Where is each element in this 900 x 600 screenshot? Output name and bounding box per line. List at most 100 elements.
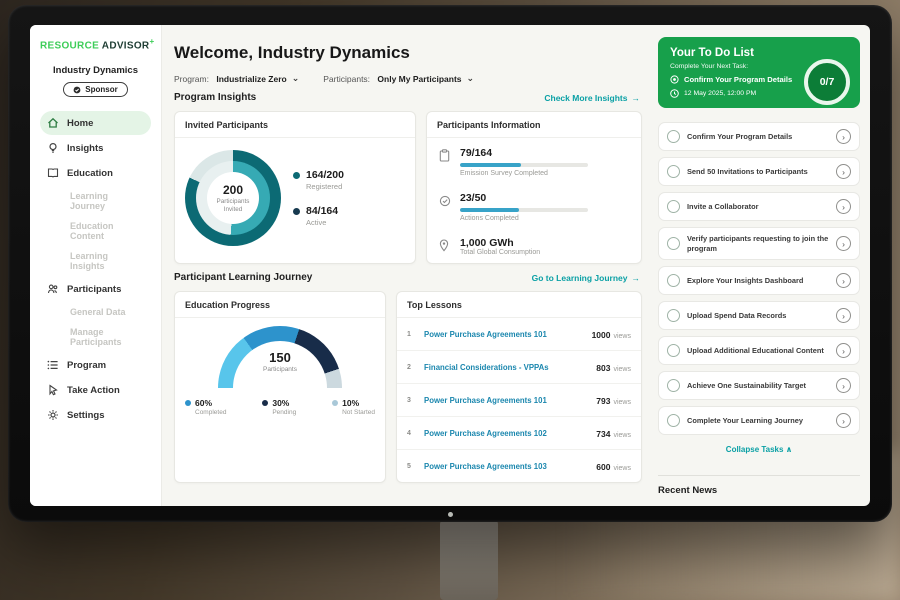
learning-journey-header: Participant Learning Journey Go to Learn… bbox=[174, 272, 640, 283]
check-circle-icon bbox=[439, 192, 451, 222]
legend-item-pending: 30% Pending bbox=[262, 398, 296, 416]
chevron-right-icon[interactable]: › bbox=[836, 164, 851, 179]
task-label: Upload Additional Educational Content bbox=[687, 346, 829, 356]
sidebar-item-learning-insights[interactable]: Learning Insights bbox=[40, 246, 151, 276]
views-word: views bbox=[613, 399, 631, 406]
task-item[interactable]: Verify participants requesting to join t… bbox=[658, 227, 860, 260]
invited-legend: 164/200 Registered 84/164 Active bbox=[293, 169, 344, 227]
task-label: Send 50 Invitations to Participants bbox=[687, 167, 829, 177]
chevron-right-icon[interactable]: › bbox=[836, 199, 851, 214]
gauge-center: 150 Participants bbox=[218, 350, 342, 373]
education-gauge-chart: 150 Participants bbox=[218, 326, 342, 388]
go-to-learning-journey-link[interactable]: Go to Learning Journey → bbox=[532, 273, 640, 283]
task-checkbox[interactable] bbox=[667, 200, 680, 213]
todo-title: Your To Do List bbox=[670, 47, 848, 59]
program-insights-header: Program Insights Check More Insights → bbox=[174, 92, 640, 103]
sidebar-item-label: Insights bbox=[67, 143, 103, 154]
clipboard-icon bbox=[439, 147, 451, 177]
task-checkbox[interactable] bbox=[667, 379, 680, 392]
task-checkbox[interactable] bbox=[667, 165, 680, 178]
dashboard-screen: RESOURCE ADVISOR+ Industry Dynamics Spon… bbox=[30, 25, 870, 506]
task-item[interactable]: Upload Additional Educational Content › bbox=[658, 336, 860, 365]
task-checkbox[interactable] bbox=[667, 274, 680, 287]
task-checkbox[interactable] bbox=[667, 309, 680, 322]
arrow-right-icon: → bbox=[632, 273, 641, 283]
lesson-row: 1 Power Purchase Agreements 101 1000view… bbox=[397, 318, 641, 351]
lesson-rank: 2 bbox=[407, 364, 416, 371]
task-item[interactable]: Upload Spend Data Records › bbox=[658, 301, 860, 330]
chevron-right-icon[interactable]: › bbox=[836, 273, 851, 288]
sidebar-item-insights[interactable]: Insights bbox=[40, 136, 151, 160]
chevron-down-icon: ⌄ bbox=[467, 73, 475, 84]
task-item[interactable]: Invite a Collaborator › bbox=[658, 192, 860, 221]
lesson-link[interactable]: Power Purchase Agreements 101 bbox=[424, 330, 584, 339]
task-checkbox[interactable] bbox=[667, 130, 680, 143]
lesson-link[interactable]: Power Purchase Agreements 102 bbox=[424, 429, 588, 438]
task-item[interactable]: Confirm Your Program Details › bbox=[658, 122, 860, 151]
sidebar-item-education[interactable]: Education bbox=[40, 161, 151, 185]
legend-value: 30% bbox=[272, 398, 296, 408]
map-pin-icon bbox=[439, 237, 451, 257]
collapse-label: Collapse Tasks bbox=[726, 445, 784, 454]
chevron-right-icon[interactable]: › bbox=[836, 236, 851, 251]
sidebar-item-label: Home bbox=[67, 118, 93, 129]
sidebar-item-general-data[interactable]: General Data bbox=[40, 302, 151, 322]
top-lessons-card: Top Lessons 1 Power Purchase Agreements … bbox=[396, 291, 642, 483]
chevron-right-icon[interactable]: › bbox=[836, 343, 851, 358]
link-label: Go to Learning Journey bbox=[532, 273, 628, 283]
task-label: Invite a Collaborator bbox=[687, 202, 829, 212]
monitor-bezel: RESOURCE ADVISOR+ Industry Dynamics Spon… bbox=[8, 5, 892, 522]
views-word: views bbox=[613, 432, 631, 439]
task-checkbox[interactable] bbox=[667, 237, 680, 250]
todo-progress-ring: 0/7 bbox=[804, 59, 850, 105]
task-item[interactable]: Send 50 Invitations to Participants › bbox=[658, 157, 860, 186]
sidebar-item-label: Program bbox=[67, 360, 106, 371]
sidebar-item-program[interactable]: Program bbox=[40, 353, 151, 377]
sponsor-badge[interactable]: Sponsor bbox=[63, 82, 127, 97]
sidebar-item-take-action[interactable]: Take Action bbox=[40, 378, 151, 402]
chevron-right-icon[interactable]: › bbox=[836, 378, 851, 393]
logo-secondary: ADVISOR bbox=[102, 40, 150, 51]
program-select[interactable]: Industrialize Zero ⌄ bbox=[216, 73, 299, 84]
home-icon bbox=[47, 117, 59, 129]
donut-center-label: Participants Invited bbox=[212, 198, 254, 214]
chevron-right-icon[interactable]: › bbox=[836, 413, 851, 428]
card-title: Top Lessons bbox=[397, 292, 641, 318]
task-checkbox[interactable] bbox=[667, 344, 680, 357]
task-checkbox[interactable] bbox=[667, 414, 680, 427]
task-item[interactable]: Complete Your Learning Journey › bbox=[658, 406, 860, 435]
sidebar-item-learning-journey[interactable]: Learning Journey bbox=[40, 186, 151, 216]
chevron-right-icon[interactable]: › bbox=[836, 129, 851, 144]
program-select-value: Industrialize Zero bbox=[216, 74, 286, 84]
stat-actions-completed: 23/50 Actions Completed bbox=[427, 183, 641, 228]
sidebar-item-home[interactable]: Home bbox=[40, 111, 151, 135]
stat-label: Total Global Consumption bbox=[460, 249, 540, 256]
participants-select-value: Only My Participants bbox=[377, 74, 461, 84]
sidebar-item-participants[interactable]: Participants bbox=[40, 277, 151, 301]
logo-primary: RESOURCE bbox=[40, 40, 99, 51]
legend-dot bbox=[332, 400, 338, 406]
program-filter-label: Program: bbox=[174, 74, 209, 84]
legend-dot bbox=[293, 208, 300, 215]
collapse-tasks-link[interactable]: Collapse Tasks ∧ bbox=[658, 445, 860, 454]
task-item[interactable]: Achieve One Sustainability Target › bbox=[658, 371, 860, 400]
lesson-link[interactable]: Financial Considerations - VPPAs bbox=[424, 363, 588, 372]
lesson-row: 4 Power Purchase Agreements 102 734views bbox=[397, 417, 641, 450]
gauge-center-value: 150 bbox=[218, 350, 342, 365]
task-label: Confirm Your Program Details bbox=[687, 132, 829, 142]
lesson-views: 734 bbox=[596, 429, 610, 439]
check-more-insights-link[interactable]: Check More Insights → bbox=[544, 93, 640, 103]
legend-label: Registered bbox=[306, 182, 344, 191]
sidebar-item-education-content[interactable]: Education Content bbox=[40, 216, 151, 246]
lesson-link[interactable]: Power Purchase Agreements 101 bbox=[424, 396, 588, 405]
sidebar-item-settings[interactable]: Settings bbox=[40, 403, 151, 427]
sidebar-item-manage-participants[interactable]: Manage Participants bbox=[40, 322, 151, 352]
card-title: Invited Participants bbox=[175, 112, 415, 138]
participants-select[interactable]: Only My Participants ⌄ bbox=[377, 73, 474, 84]
task-item[interactable]: Explore Your Insights Dashboard › bbox=[658, 266, 860, 295]
participants-information-card: Participants Information 79/164 Emission… bbox=[426, 111, 642, 264]
sidebar-nav: Home Insights Education Learning Journey… bbox=[40, 111, 151, 427]
clock-icon bbox=[670, 89, 679, 98]
lesson-link[interactable]: Power Purchase Agreements 103 bbox=[424, 462, 588, 471]
chevron-right-icon[interactable]: › bbox=[836, 308, 851, 323]
